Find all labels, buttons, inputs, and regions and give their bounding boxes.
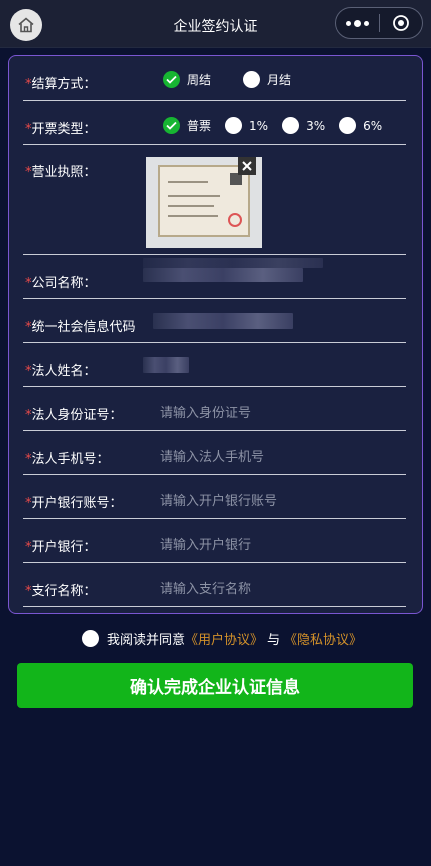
agreement-row: 我阅读并同意 《用户协议》 与 《隐私协议》: [82, 629, 362, 648]
branch-row: *支行名称： 请输入支行名称: [23, 563, 406, 607]
checked-radio-icon: [163, 117, 180, 134]
record-close-icon: [392, 15, 409, 31]
agreement-checkbox[interactable]: [82, 630, 99, 647]
privacy-agreement-link[interactable]: 《隐私协议》: [284, 629, 362, 648]
credit-code-label: *统一社会信息代码: [25, 320, 136, 335]
user-agreement-link[interactable]: 《用户协议》: [185, 629, 263, 648]
bank-account-label: *开户银行账号：: [25, 496, 123, 511]
doc-line: [168, 215, 218, 217]
doc-line: [168, 205, 214, 207]
settlement-row: *结算方式： 周结 月结: [23, 56, 406, 101]
agreement-and-text: 与: [267, 633, 281, 648]
doc-line: [168, 195, 220, 197]
invoice-option-3[interactable]: 3%: [282, 117, 325, 134]
credit-code-value[interactable]: [153, 313, 293, 329]
invoice-row: *开票类型： 普票 1% 3% 6%: [23, 101, 406, 145]
doc-stamp: [228, 213, 242, 227]
legal-phone-input[interactable]: 请输入法人手机号: [160, 446, 264, 465]
branch-label: *支行名称：: [25, 584, 97, 599]
settlement-option-weekly[interactable]: 周结: [163, 71, 211, 88]
branch-input[interactable]: 请输入支行名称: [160, 578, 251, 597]
legal-name-value[interactable]: [143, 357, 189, 373]
close-button[interactable]: [379, 14, 422, 32]
delete-photo-button[interactable]: [238, 157, 256, 175]
settlement-option-monthly[interactable]: 月结: [243, 71, 291, 88]
bank-input[interactable]: 请输入开户银行: [160, 534, 251, 553]
invoice-option-general[interactable]: 普票: [163, 117, 211, 134]
bank-account-row: *开户银行账号： 请输入开户银行账号: [23, 475, 406, 519]
bank-row: *开户银行： 请输入开户银行: [23, 519, 406, 563]
license-document: [158, 165, 250, 237]
invoice-option-1[interactable]: 1%: [225, 117, 268, 134]
agreement-text: 我阅读并同意: [107, 633, 186, 648]
legal-id-input[interactable]: 请输入身份证号: [160, 402, 251, 421]
submit-button[interactable]: 确认完成企业认证信息: [17, 663, 413, 708]
company-name-label: *公司名称：: [25, 276, 97, 291]
settlement-label: *结算方式：: [25, 77, 97, 92]
checked-radio-icon: [163, 71, 180, 88]
invoice-option-6[interactable]: 6%: [339, 117, 382, 134]
doc-line: [168, 181, 208, 183]
credit-code-row: *统一社会信息代码: [23, 299, 406, 343]
settlement-radio-group: 周结 月结: [163, 71, 305, 88]
legal-id-row: *法人身份证号： 请输入身份证号: [23, 387, 406, 431]
close-icon: [242, 161, 252, 171]
company-name-row: *公司名称：: [23, 255, 406, 299]
bank-account-input[interactable]: 请输入开户银行账号: [160, 490, 277, 509]
unchecked-radio-icon: [225, 117, 243, 134]
license-label: *营业执照：: [25, 165, 97, 180]
more-dots-icon: [345, 20, 351, 26]
top-bar: 企业签约认证: [0, 0, 431, 48]
legal-name-row: *法人姓名：: [23, 343, 406, 387]
legal-phone-row: *法人手机号： 请输入法人手机号: [23, 431, 406, 475]
company-name-value[interactable]: [143, 268, 303, 282]
unchecked-radio-icon: [339, 117, 357, 134]
menu-capsule: [335, 7, 423, 39]
unchecked-radio-icon: [243, 71, 261, 88]
legal-name-label: *法人姓名：: [25, 364, 97, 379]
legal-phone-label: *法人手机号：: [25, 452, 110, 467]
company-name-value[interactable]: [143, 258, 323, 268]
invoice-label: *开票类型：: [25, 122, 97, 137]
legal-id-label: *法人身份证号：: [25, 408, 123, 423]
more-button[interactable]: [336, 19, 379, 27]
form-card: *结算方式： 周结 月结 *开票类型： 普票 1% 3% 6% *营业执照： *…: [8, 55, 423, 614]
unchecked-radio-icon: [282, 117, 300, 134]
bank-label: *开户银行：: [25, 540, 97, 555]
invoice-radio-group: 普票 1% 3% 6%: [163, 117, 396, 134]
